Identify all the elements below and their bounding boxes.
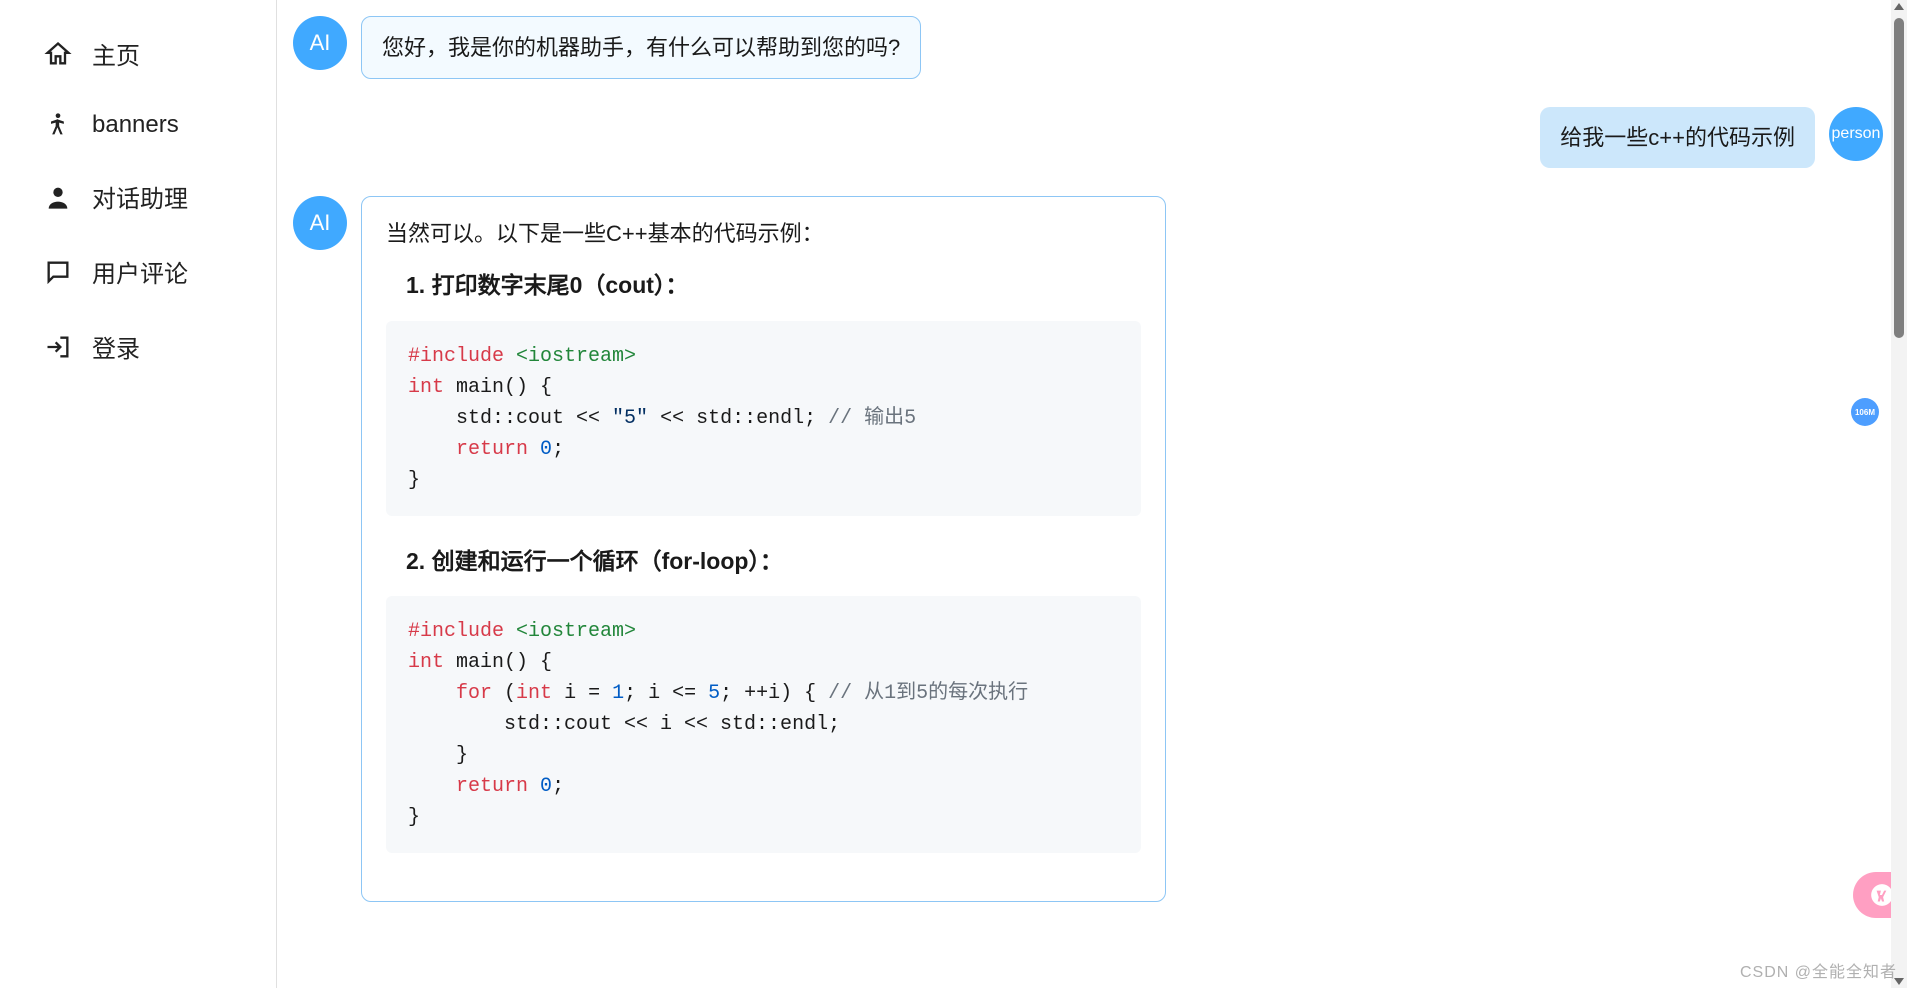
memory-badge: 106M — [1851, 398, 1879, 426]
page-scrollbar[interactable] — [1891, 0, 1907, 988]
sidebar-item-banners[interactable]: banners — [0, 95, 276, 155]
sidebar: 主页 banners 对话助理 用户评论 登录 — [0, 0, 277, 988]
ai-message-row: AI 当然可以。以下是一些C++基本的代码示例： 1. 打印数字末尾0（cout… — [293, 196, 1883, 902]
sidebar-item-login[interactable]: 登录 — [0, 313, 276, 380]
code-block-1[interactable]: #include <iostream> int main() { std::co… — [386, 321, 1141, 516]
watermark-text: CSDN @全能全知者 — [1740, 958, 1897, 982]
chat-scroll-container[interactable]: AI 您好，我是你的机器助手，有什么可以帮助到您的吗? 给我一些c++的代码示例… — [277, 0, 1907, 988]
comment-icon — [44, 258, 72, 286]
person-icon — [44, 183, 72, 211]
ai-greeting-bubble: 您好，我是你的机器助手，有什么可以帮助到您的吗? — [361, 16, 921, 79]
ai-message-row: AI 您好，我是你的机器助手，有什么可以帮助到您的吗? — [293, 16, 1883, 79]
sidebar-item-user-comments[interactable]: 用户评论 — [0, 238, 276, 305]
code-section-title-2: 2. 创建和运行一个循环（for-loop）： — [406, 544, 1141, 579]
scrollbar-thumb[interactable] — [1894, 18, 1904, 338]
user-message-row: 给我一些c++的代码示例 person — [293, 107, 1883, 168]
user-request-bubble: 给我一些c++的代码示例 — [1540, 107, 1815, 168]
ai-avatar: AI — [293, 196, 347, 250]
scroll-up-arrow-icon[interactable] — [1894, 3, 1904, 10]
user-avatar: person — [1829, 107, 1883, 161]
sidebar-item-label: 登录 — [92, 329, 140, 364]
home-icon — [44, 40, 72, 68]
chat-area: AI 您好，我是你的机器助手，有什么可以帮助到您的吗? 给我一些c++的代码示例… — [277, 0, 1907, 988]
code-block-2[interactable]: #include <iostream> int main() { for (in… — [386, 596, 1141, 853]
sidebar-item-label: 主页 — [92, 36, 140, 71]
sidebar-item-label: 用户评论 — [92, 254, 188, 289]
ai-response-bubble: 当然可以。以下是一些C++基本的代码示例： 1. 打印数字末尾0（cout）： … — [361, 196, 1166, 902]
ai-intro-text: 当然可以。以下是一些C++基本的代码示例： — [386, 217, 1141, 250]
sidebar-item-chat-assistant[interactable]: 对话助理 — [0, 163, 276, 230]
login-icon — [44, 333, 72, 361]
ai-avatar: AI — [293, 16, 347, 70]
sidebar-item-label: banners — [92, 111, 179, 139]
accessibility-icon — [44, 111, 72, 139]
code-section-title-1: 1. 打印数字末尾0（cout）： — [406, 268, 1141, 303]
sidebar-item-home[interactable]: 主页 — [0, 20, 276, 87]
sidebar-item-label: 对话助理 — [92, 179, 188, 214]
